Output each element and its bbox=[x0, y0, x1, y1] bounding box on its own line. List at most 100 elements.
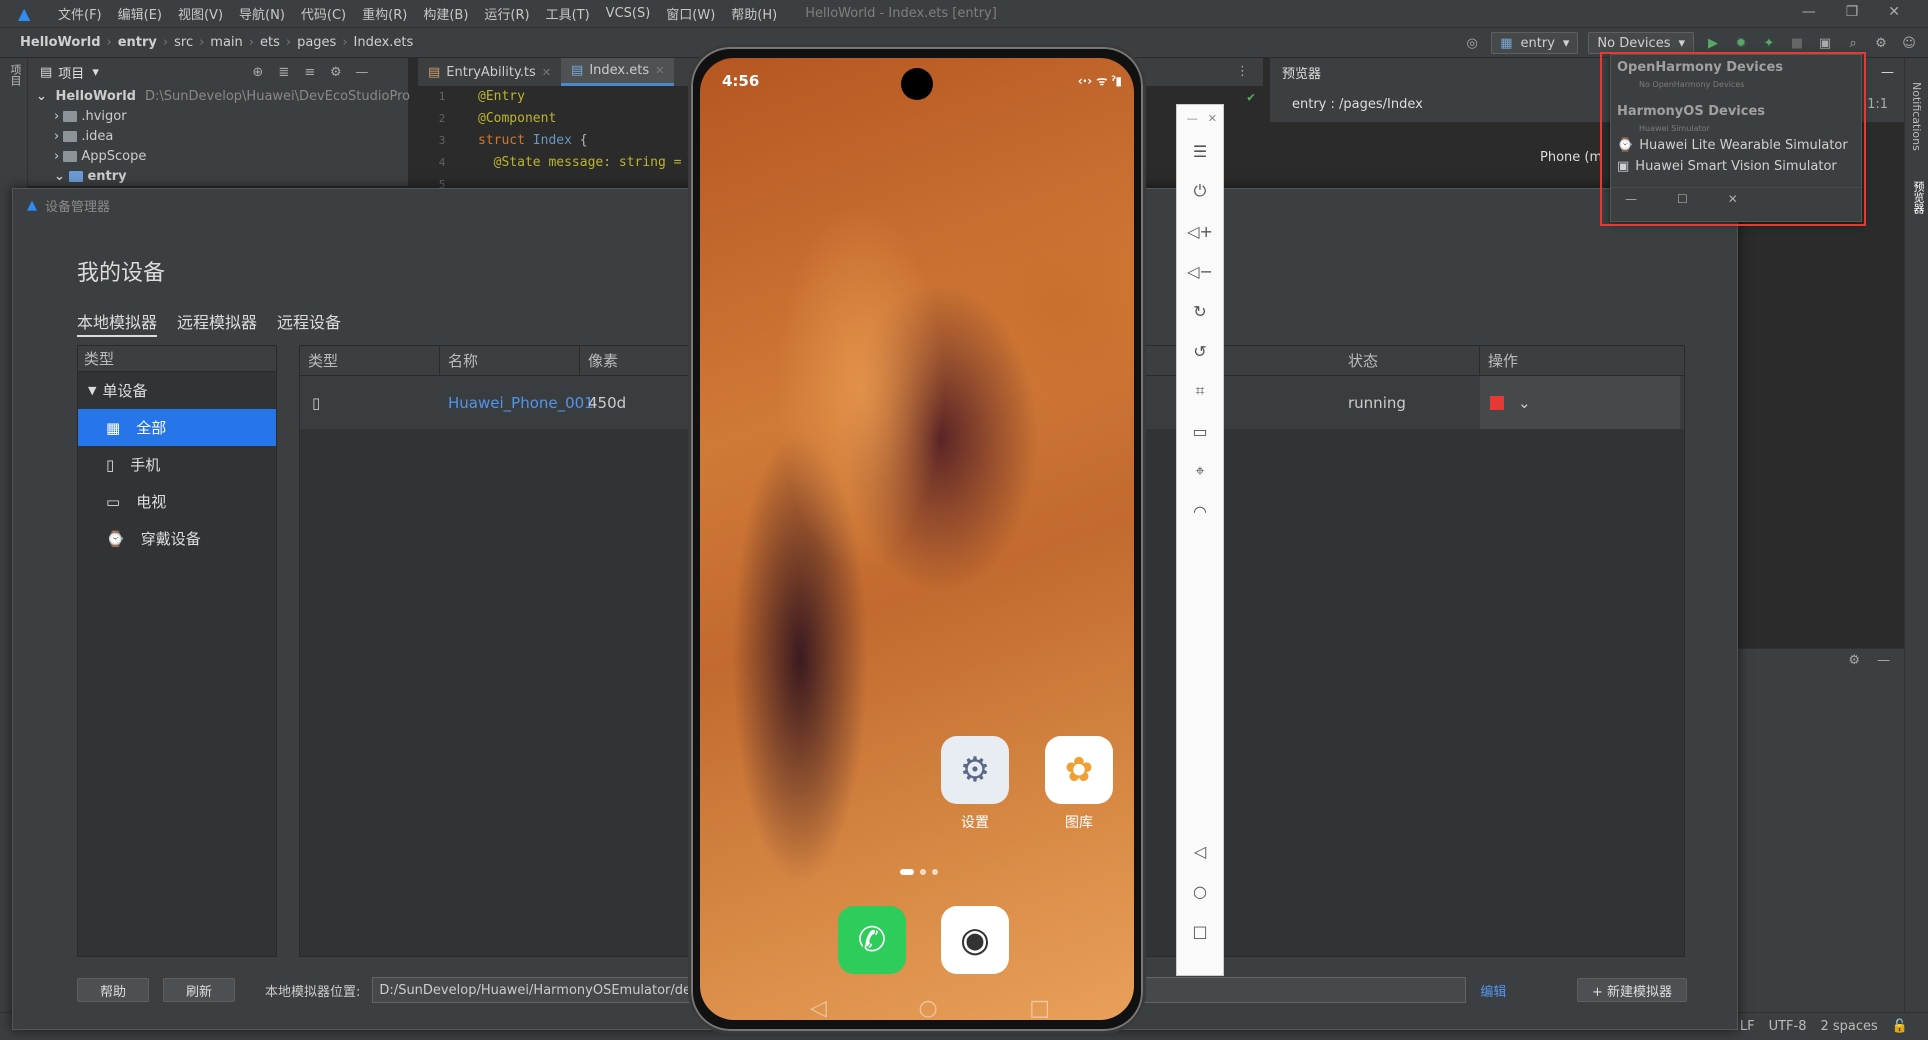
tree-item[interactable]: › .hvigor bbox=[28, 106, 408, 126]
settings-app-icon[interactable]: ⚙ bbox=[941, 736, 1009, 804]
collapse-all-icon[interactable]: ≡ bbox=[301, 63, 319, 81]
tab-remote-device[interactable]: 远程设备 bbox=[277, 309, 341, 337]
location-icon[interactable]: ⌖ bbox=[1177, 451, 1223, 491]
close-icon[interactable]: ✕ bbox=[655, 64, 664, 77]
menu-file[interactable]: 文件(F) bbox=[50, 4, 110, 23]
tab-entryability[interactable]: ▤ EntryAbility.ts ✕ bbox=[418, 58, 561, 86]
phone-app-icon[interactable]: ✆ bbox=[838, 906, 906, 974]
rotate-right-icon[interactable]: ↻ bbox=[1177, 291, 1223, 331]
menu-edit[interactable]: 编辑(E) bbox=[110, 4, 170, 23]
breadcrumb-main[interactable]: main bbox=[210, 35, 242, 50]
tab-remote-emulator[interactable]: 远程模拟器 bbox=[177, 309, 257, 337]
type-item-tv[interactable]: ▭ 电视 bbox=[78, 483, 276, 520]
camera-app-icon[interactable]: ◉ bbox=[941, 906, 1009, 974]
hide-icon[interactable]: — bbox=[1877, 653, 1890, 668]
minimize-icon[interactable]: — bbox=[1187, 112, 1198, 125]
menu-icon[interactable]: ☰ bbox=[1177, 131, 1223, 171]
recents-icon[interactable]: □ bbox=[1177, 911, 1223, 951]
hide-icon[interactable]: — bbox=[1881, 65, 1894, 80]
edit-link[interactable]: 编辑 bbox=[1480, 981, 1506, 1000]
menu-refactor[interactable]: 重构(R) bbox=[354, 4, 415, 23]
menu-run[interactable]: 运行(R) bbox=[476, 4, 537, 23]
tree-item[interactable]: › AppScope bbox=[28, 146, 408, 166]
device-name[interactable]: Huawei_Phone_001 bbox=[440, 394, 594, 412]
refresh-button[interactable]: 刷新 bbox=[163, 978, 236, 1002]
tab-index[interactable]: ▤ Index.ets ✕ bbox=[561, 58, 675, 86]
close-icon[interactable]: ✕ bbox=[542, 66, 551, 79]
gear-icon[interactable]: ⚙ bbox=[1848, 653, 1860, 668]
chevron-down-icon[interactable]: ▾ bbox=[92, 65, 99, 80]
hide-icon[interactable]: — bbox=[353, 63, 371, 81]
gallery-app-icon[interactable]: ✿ bbox=[1045, 736, 1113, 804]
previewer-ratio[interactable]: 1:1 bbox=[1867, 97, 1888, 112]
breadcrumb-ets[interactable]: ets bbox=[260, 35, 280, 50]
chevron-down-icon[interactable]: ⌄ bbox=[1518, 394, 1531, 412]
back-icon[interactable]: ◁ bbox=[1177, 831, 1223, 871]
account-icon[interactable]: ☺ bbox=[1900, 34, 1918, 52]
tree-item[interactable]: › .idea bbox=[28, 126, 408, 146]
type-item-wearable[interactable]: ⌚ 穿戴设备 bbox=[78, 520, 276, 557]
type-item-all[interactable]: ▦ 全部 bbox=[78, 409, 276, 446]
help-button[interactable]: 帮助 bbox=[77, 978, 150, 1002]
screenshot-icon[interactable]: ⌗ bbox=[1177, 371, 1223, 411]
menu-view[interactable]: 视图(V) bbox=[170, 4, 231, 23]
close-icon[interactable]: ✕ bbox=[1888, 4, 1900, 20]
device-select[interactable]: No Devices ▾ bbox=[1588, 32, 1694, 54]
gear-icon[interactable]: ⚙ bbox=[327, 63, 345, 81]
line-separator[interactable]: LF bbox=[1740, 1019, 1755, 1034]
run-config-select[interactable]: ▦ entry ▾ bbox=[1491, 32, 1579, 54]
breadcrumb-project[interactable]: HelloWorld bbox=[20, 35, 101, 50]
home-icon[interactable]: ○ bbox=[918, 996, 937, 1020]
phone-screen[interactable]: 4:56 ‹·› ᯤ ˀ▮ ⚙ 设置 ✿ 图库 ✆ ◉ ◁ ○ □ bbox=[700, 58, 1134, 1020]
menu-tools[interactable]: 工具(T) bbox=[538, 4, 598, 23]
previewer-tool-button[interactable]: 预览器 bbox=[1910, 181, 1926, 214]
power-icon[interactable]: ⏻ bbox=[1177, 171, 1223, 211]
wifi-icon[interactable]: ◠ bbox=[1177, 491, 1223, 531]
breadcrumb-module[interactable]: entry bbox=[118, 35, 157, 50]
menu-code[interactable]: 代码(C) bbox=[293, 4, 354, 23]
menu-help[interactable]: 帮助(H) bbox=[723, 4, 785, 23]
tree-root[interactable]: ⌄ HelloWorld D:\SunDevelop\Huawei\DevEco… bbox=[28, 86, 410, 106]
stop-button[interactable] bbox=[1490, 395, 1504, 410]
notifications-tool-button[interactable]: Notifications bbox=[1910, 82, 1923, 151]
breadcrumb-file[interactable]: Index.ets bbox=[354, 35, 414, 50]
search-icon[interactable]: ⌕ bbox=[1844, 34, 1862, 52]
lock-icon[interactable]: 🔓 bbox=[1892, 1019, 1908, 1034]
restore-icon[interactable]: ❐ bbox=[1846, 4, 1859, 20]
target-icon[interactable]: ◎ bbox=[1463, 34, 1481, 52]
project-panel-title[interactable]: 项目 bbox=[58, 63, 84, 82]
run-icon[interactable]: ▶ bbox=[1704, 34, 1722, 52]
rotate-left-icon[interactable]: ↺ bbox=[1177, 331, 1223, 371]
close-icon[interactable]: ✕ bbox=[1208, 112, 1217, 125]
recents-icon[interactable]: □ bbox=[1029, 996, 1050, 1020]
locate-icon[interactable]: ⊕ bbox=[249, 63, 267, 81]
menu-window[interactable]: 窗口(W) bbox=[658, 4, 723, 23]
tree-item[interactable]: ⌄ entry bbox=[28, 166, 408, 186]
breadcrumb-src[interactable]: src bbox=[174, 35, 193, 50]
tab-local-emulator[interactable]: 本地模拟器 bbox=[77, 309, 158, 337]
home-icon[interactable]: ○ bbox=[1177, 871, 1223, 911]
gear-icon[interactable]: ⚙ bbox=[1872, 34, 1890, 52]
type-group[interactable]: ▼ 单设备 bbox=[78, 372, 276, 409]
expand-all-icon[interactable]: ≣ bbox=[275, 63, 293, 81]
file-encoding[interactable]: UTF-8 bbox=[1769, 1019, 1807, 1034]
volume-up-icon[interactable]: ◁+ bbox=[1177, 211, 1223, 251]
device-manager-icon[interactable]: ▣ bbox=[1816, 34, 1834, 52]
stop-icon[interactable]: ■ bbox=[1788, 34, 1806, 52]
previewer-route[interactable]: entry : /pages/Index bbox=[1292, 97, 1423, 112]
phone-emulator[interactable]: 4:56 ‹·› ᯤ ˀ▮ ⚙ 设置 ✿ 图库 ✆ ◉ ◁ ○ □ bbox=[688, 44, 1146, 1034]
attach-debugger-icon[interactable]: ✦ bbox=[1760, 34, 1778, 52]
minimize-icon[interactable]: — bbox=[1802, 4, 1816, 20]
debug-icon[interactable]: ✹ bbox=[1732, 34, 1750, 52]
type-item-phone[interactable]: ▯ 手机 bbox=[78, 446, 276, 483]
battery-icon[interactable]: ▭ bbox=[1177, 411, 1223, 451]
back-icon[interactable]: ◁ bbox=[810, 996, 827, 1020]
menu-build[interactable]: 构建(B) bbox=[415, 4, 476, 23]
project-tool-button[interactable]: 项目 bbox=[7, 64, 23, 86]
breadcrumb-pages[interactable]: pages bbox=[297, 35, 336, 50]
more-icon[interactable]: ⋮ bbox=[1236, 64, 1249, 79]
new-emulator-button[interactable]: + 新建模拟器 bbox=[1576, 978, 1687, 1002]
indent-setting[interactable]: 2 spaces bbox=[1820, 1019, 1877, 1034]
menu-navigate[interactable]: 导航(N) bbox=[231, 4, 293, 23]
volume-down-icon[interactable]: ◁− bbox=[1177, 251, 1223, 291]
